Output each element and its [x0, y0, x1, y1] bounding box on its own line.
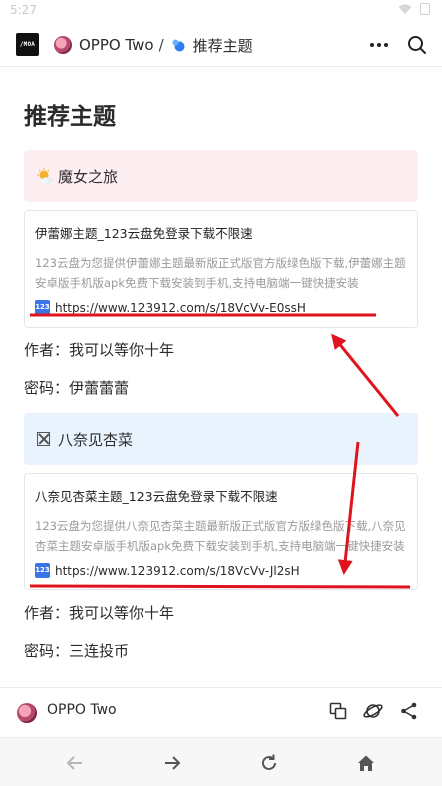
page-icon [172, 39, 185, 51]
callout-section-2: 八奈见杏菜 [24, 413, 418, 465]
card-title[interactable]: 伊蕾娜主题_123云盘免登录下载不限速 [35, 223, 407, 242]
top-bar: /MOA OPPO Two / 推荐主题 [0, 22, 442, 67]
site-favicon-icon: 123 [35, 300, 50, 315]
card-url[interactable]: 123 https://www.123912.com/s/18VcVv-E0ss… [35, 300, 407, 315]
callout-text: 八奈见杏菜 [58, 430, 134, 449]
author-text: 作者：我可以等你十年 [24, 604, 175, 622]
callout-text: 魔女之旅 [58, 167, 119, 186]
breadcrumb: OPPO Two / 推荐主题 [54, 34, 253, 56]
wifi-icon [398, 4, 412, 14]
workspace-avatar-icon[interactable] [54, 36, 72, 54]
breadcrumb-workspace[interactable]: OPPO Two [79, 36, 154, 54]
card-url[interactable]: 123 https://www.123912.com/s/18VcVv-Jl2s… [35, 563, 407, 578]
card-url-text[interactable]: https://www.123912.com/s/18VcVv-E0ssH [55, 301, 306, 315]
app-logo[interactable]: /MOA [16, 33, 39, 56]
author-text: 作者：我可以等你十年 [24, 341, 175, 359]
link-card[interactable]: 八奈见杏菜主题_123云盘免登录下载不限速 123云盘为您提供八奈见杏菜主题最新… [24, 473, 418, 590]
system-icons [398, 3, 430, 15]
forward-arrow-icon[interactable] [161, 752, 183, 774]
card-description: 123云盘为您提供八奈见杏菜主题最新版正式版官方版绿色版下载,八奈见杏菜主题安卓… [35, 519, 406, 553]
sun-behind-cloud-icon [37, 167, 54, 184]
workspace-avatar-icon[interactable] [17, 703, 37, 723]
password-text: 密码：伊蕾蕾蕾 [24, 379, 130, 397]
breadcrumb-page[interactable]: 推荐主题 [193, 35, 253, 56]
search-icon[interactable] [406, 34, 428, 56]
page-content: 推荐主题 魔女之旅 伊蕾娜主题_123云盘免登录下载不限速 123云盘为您提供伊… [0, 67, 442, 687]
card-url-text[interactable]: https://www.123912.com/s/18VcVv-Jl2sH [55, 564, 300, 578]
battery-icon [420, 3, 430, 15]
status-bar: 5:27 [0, 0, 442, 22]
browser-nav-bar [0, 737, 442, 786]
orbit-globe-icon[interactable] [363, 701, 383, 721]
status-time: 5:27 [10, 3, 37, 17]
reload-icon[interactable] [258, 752, 280, 774]
card-title[interactable]: 八奈见杏菜主题_123云盘免登录下载不限速 [35, 486, 407, 505]
callout-section-1: 魔女之旅 [24, 150, 418, 202]
link-card[interactable]: 伊蕾娜主题_123云盘免登录下载不限速 123云盘为您提供伊蕾娜主题最新版正式版… [24, 210, 418, 328]
home-icon[interactable] [355, 752, 377, 774]
page-title: 推荐主题 [24, 104, 116, 130]
back-arrow-icon[interactable] [64, 752, 86, 774]
card-description: 123云盘为您提供伊蕾娜主题最新版正式版官方版绿色版下载,伊蕾娜主题安卓版手机版… [35, 256, 406, 290]
more-options-icon[interactable] [368, 34, 390, 56]
duplicate-icon[interactable] [328, 701, 348, 721]
site-favicon-icon: 123 [35, 563, 50, 578]
page-footer: OPPO Two [0, 687, 442, 737]
footer-workspace-name[interactable]: OPPO Two [47, 702, 117, 718]
breadcrumb-separator: / [158, 36, 164, 54]
password-text: 密码：三连投币 [24, 642, 130, 660]
share-icon[interactable] [399, 701, 419, 721]
crossed-box-icon [37, 432, 50, 446]
